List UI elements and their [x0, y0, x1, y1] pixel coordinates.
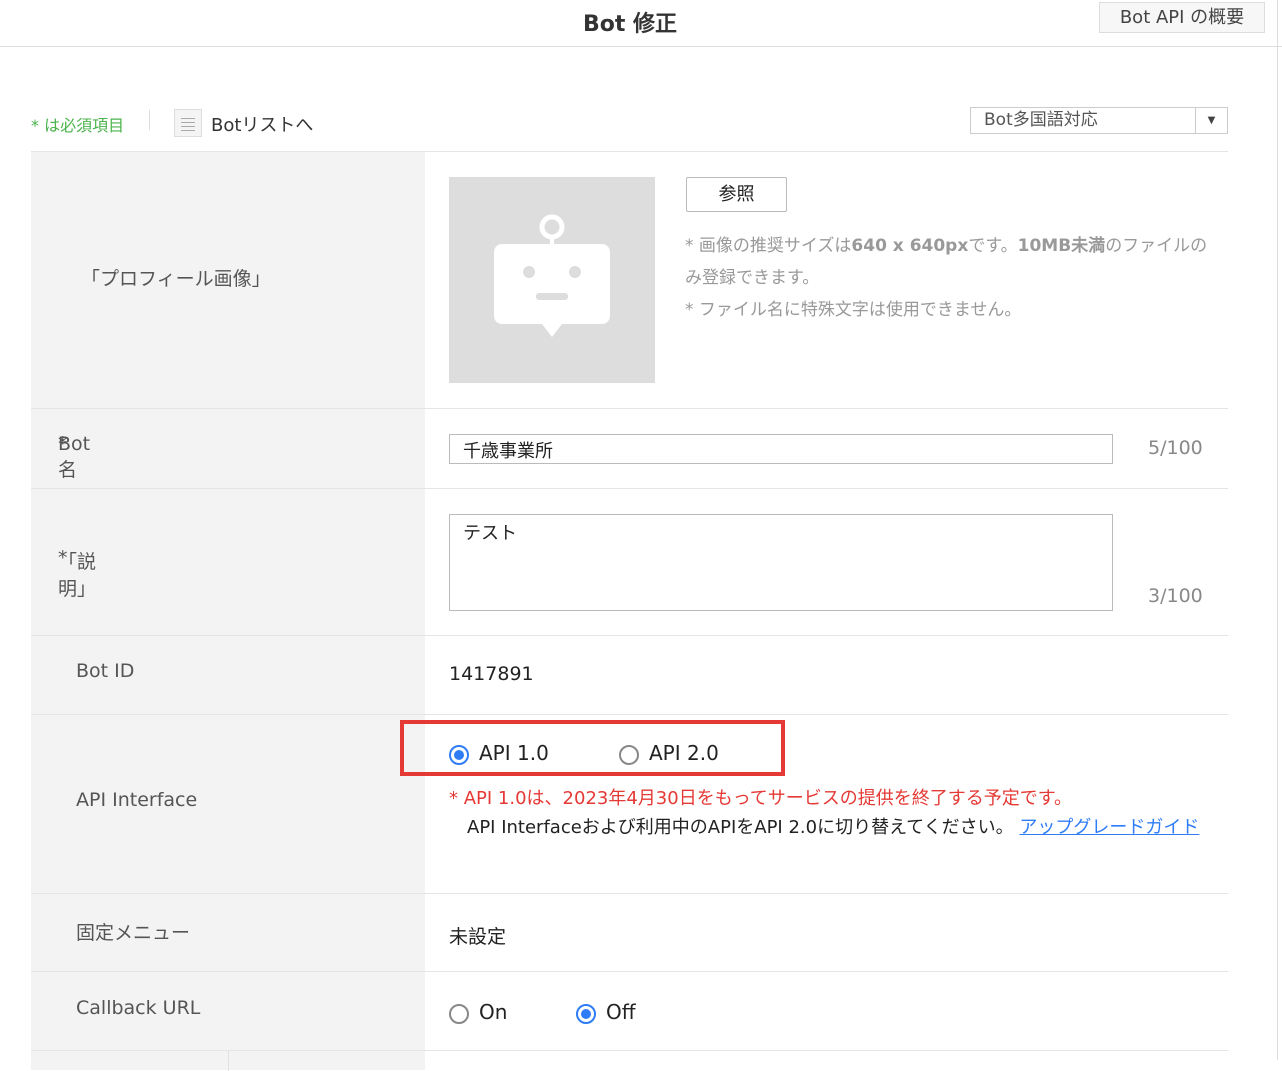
bot-api-overview-button[interactable]: Bot API の概要 — [1099, 2, 1265, 33]
description-label: 「説明」 — [58, 551, 97, 600]
api-upgrade-instruction: API Interfaceおよび利用中のAPIをAPI 2.0に切り替えてくださ… — [467, 817, 1200, 838]
language-select[interactable]: Bot多国語対応 ▼ — [970, 107, 1228, 134]
api-deprecation-warning: * API 1.0は、2023年4月30日をもってサービスの提供を終了する予定で… — [449, 788, 1073, 809]
radio-callback-on[interactable]: On — [449, 1000, 507, 1024]
bot-id-label: Bot ID — [76, 660, 135, 682]
bot-avatar — [449, 177, 655, 383]
fixed-menu-row: 固定メニュー 未設定 — [31, 893, 1228, 971]
bot-name-row: * Bot名 千歳事業所 5/100 — [31, 408, 1228, 488]
divider — [149, 110, 150, 130]
language-select-value: Bot多国語対応 — [984, 110, 1098, 130]
profile-image-label: 「プロフィール画像」 — [81, 268, 271, 290]
bot-id-value: 1417891 — [449, 663, 534, 685]
radio-unselected-icon[interactable] — [619, 744, 639, 765]
callback-url-label: Callback URL — [76, 997, 201, 1019]
robot-icon — [494, 214, 610, 337]
radio-unselected-icon[interactable] — [449, 1003, 469, 1024]
radio-selected-icon[interactable] — [449, 744, 469, 765]
radio-callback-off[interactable]: Off — [576, 1000, 636, 1024]
bot-list-link[interactable]: Botリストへ — [211, 111, 313, 137]
upgrade-guide-link[interactable]: アップグレードガイド — [1019, 817, 1199, 838]
bot-name-label: Bot名 — [58, 433, 91, 481]
radio-api-2[interactable]: API 2.0 — [619, 741, 719, 765]
divider — [228, 1051, 229, 1071]
profile-image-row: 「プロフィール画像」 参照 * 画像の推奨サイズは640 x 640pxです。1… — [31, 151, 1228, 408]
window-edge — [1277, 0, 1278, 1060]
description-textarea[interactable]: テスト — [449, 514, 1113, 611]
bot-name-input[interactable]: 千歳事業所 — [449, 434, 1113, 464]
radio-api-1[interactable]: API 1.0 — [449, 741, 549, 765]
filename-note: * ファイル名に特殊文字は使用できません。 — [685, 300, 1022, 320]
bot-name-count: 5/100 — [1148, 437, 1203, 459]
next-row — [31, 1050, 1228, 1071]
required-note: * は必須項目 — [31, 116, 125, 135]
callback-url-row: Callback URL On Off — [31, 971, 1228, 1050]
description-count: 3/100 — [1148, 585, 1203, 607]
api-interface-row: API Interface API 1.0 API 2.0 * API 1.0は… — [31, 714, 1228, 893]
browse-button[interactable]: 参照 — [686, 177, 787, 212]
api-interface-label: API Interface — [76, 789, 198, 811]
description-row: * 「説明」 テスト 3/100 — [31, 488, 1228, 635]
radio-selected-icon[interactable] — [576, 1003, 596, 1024]
bot-id-row: Bot ID 1417891 — [31, 635, 1228, 714]
fixed-menu-label: 固定メニュー — [76, 922, 191, 944]
list-icon[interactable] — [174, 109, 202, 137]
image-note: * 画像の推奨サイズは640 x 640pxです。10MB未満のファイルのみ登録… — [685, 236, 1208, 288]
page-title: Bot 修正 — [582, 12, 678, 37]
chevron-down-icon[interactable]: ▼ — [1195, 108, 1227, 133]
fixed-menu-value: 未設定 — [449, 926, 507, 948]
